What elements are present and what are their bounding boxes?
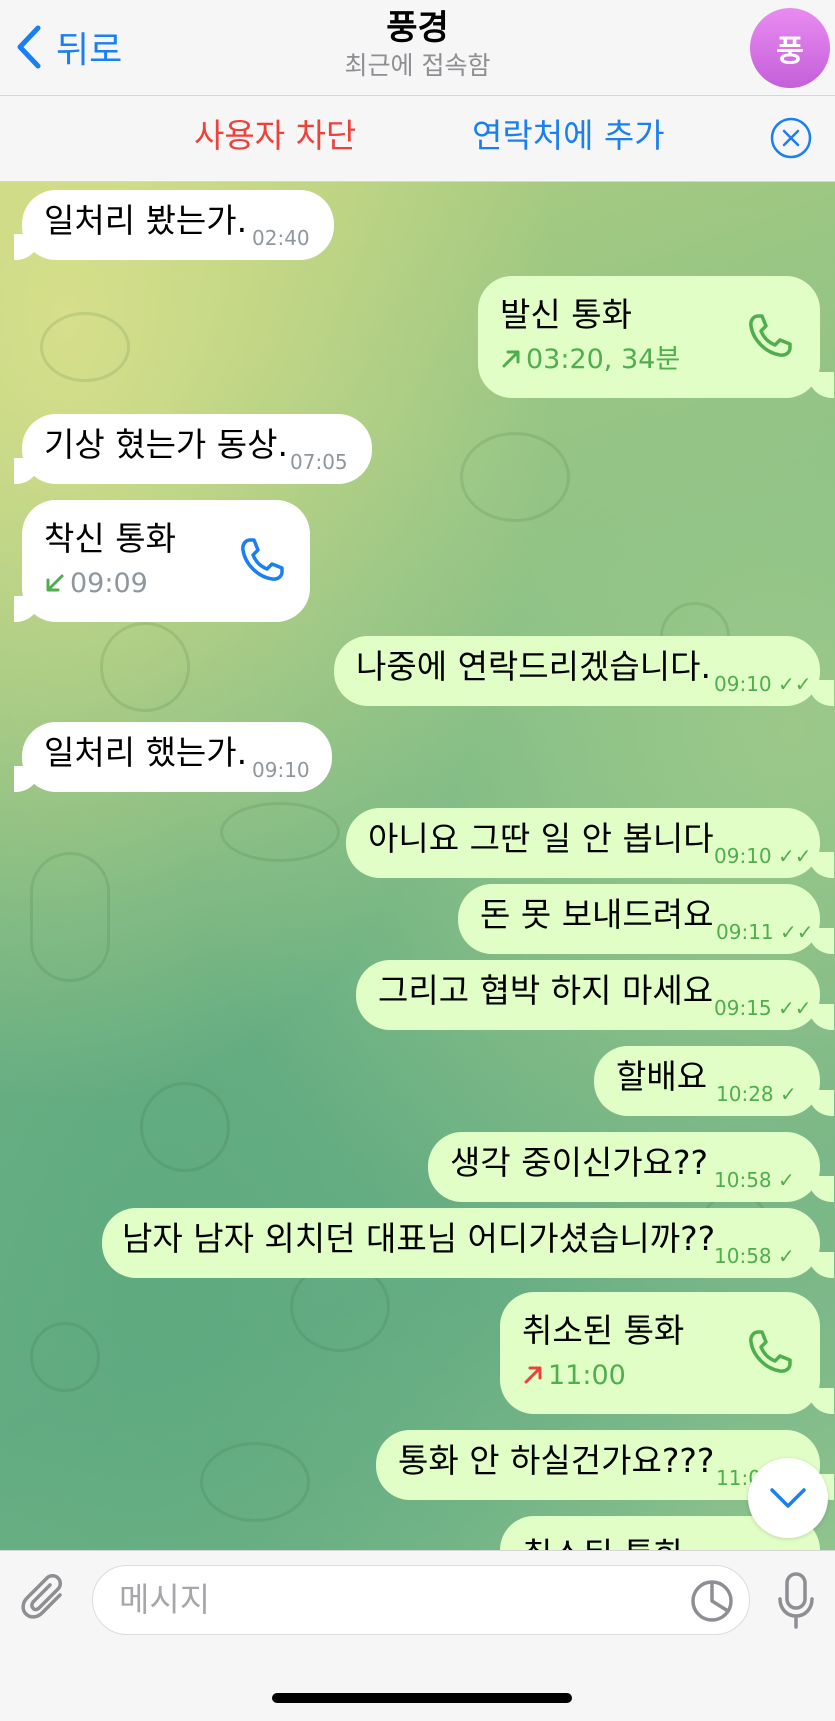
- wallpaper-doodle: [460, 432, 570, 522]
- call-arrow-incoming-icon: [46, 574, 64, 592]
- message-text: 생각 중이신가요??: [450, 1143, 709, 1182]
- message-time: 10:58 ✓: [714, 1244, 795, 1268]
- call-title: 취소된 통화: [522, 1534, 684, 1550]
- paperclip-icon[interactable]: [20, 1573, 72, 1629]
- sticker-icon[interactable]: [690, 1579, 734, 1623]
- call-arrow-outgoing-icon: [502, 350, 520, 368]
- wallpaper-doodle: [30, 852, 110, 982]
- message-input[interactable]: 메시지: [92, 1565, 750, 1635]
- message-time: 09:10 ✓✓: [714, 672, 812, 696]
- message-input-bar: 메시지: [0, 1550, 835, 1721]
- message-bubble-outgoing[interactable]: 그리고 협박 하지 마세요 09:15 ✓✓: [356, 960, 834, 1030]
- message-bubble-incoming[interactable]: 일처리 했는가. 09:10: [14, 722, 332, 792]
- block-user-button[interactable]: 사용자 차단: [194, 114, 356, 158]
- message-bubble-outgoing[interactable]: 할배요 10:28 ✓: [594, 1046, 834, 1116]
- message-time-text: 09:10: [714, 844, 772, 868]
- read-checkmarks-icon: ✓✓: [778, 844, 812, 868]
- wallpaper-doodle: [30, 1322, 100, 1392]
- message-time: 07:05: [290, 450, 348, 474]
- call-title: 발신 통화: [500, 295, 632, 334]
- call-detail: 11:00: [522, 1358, 626, 1394]
- call-detail: 09:09: [44, 566, 148, 602]
- message-bubble-outgoing[interactable]: 나중에 연락드리겠습니다. 09:10 ✓✓: [334, 636, 834, 706]
- wallpaper-doodle: [200, 1442, 310, 1522]
- message-time-text: 10:58: [714, 1168, 772, 1192]
- scroll-to-bottom-button[interactable]: [748, 1458, 828, 1538]
- call-detail-text: 11:00: [548, 1360, 626, 1391]
- call-bubble-outgoing[interactable]: 발신 통화 03:20, 34분: [478, 276, 834, 398]
- microphone-icon[interactable]: [776, 1571, 816, 1631]
- message-time: 10:28 ✓: [716, 1082, 797, 1106]
- wallpaper-doodle: [100, 622, 190, 712]
- chat-title-area[interactable]: 풍경 최근에 접속함: [0, 6, 835, 82]
- read-checkmarks-icon: ✓✓: [778, 672, 812, 696]
- message-text: 남자 남자 외치던 대표님 어디가셨습니까??: [122, 1219, 716, 1258]
- message-time: 09:10: [252, 758, 310, 782]
- phone-icon[interactable]: [236, 534, 288, 586]
- message-text: 기상 혔는가 동상.: [44, 425, 288, 464]
- call-bubble-incoming[interactable]: 착신 통화 09:09: [14, 500, 310, 622]
- message-text: 일처리 했는가.: [44, 733, 248, 772]
- close-icon[interactable]: [770, 117, 812, 159]
- message-time: 09:11 ✓✓: [716, 920, 814, 944]
- message-bubble-incoming[interactable]: 일처리 봤는가. 02:40: [14, 190, 334, 260]
- wallpaper-doodle: [140, 1082, 230, 1172]
- message-time-text: 10:28: [716, 1082, 774, 1106]
- contact-action-bar: 사용자 차단 연락처에 추가: [0, 96, 835, 182]
- message-time: 10:58 ✓: [714, 1168, 795, 1192]
- phone-icon[interactable]: [744, 310, 796, 362]
- message-time-text: 09:15: [714, 996, 772, 1020]
- message-bubble-incoming[interactable]: 기상 혔는가 동상. 07:05: [14, 414, 372, 484]
- message-time: 09:15 ✓✓: [714, 996, 812, 1020]
- message-text: 나중에 연락드리겠습니다.: [356, 647, 711, 686]
- call-title: 착신 통화: [44, 519, 176, 558]
- chat-title: 풍경: [386, 8, 449, 48]
- wallpaper-doodle: [40, 312, 130, 382]
- phone-icon[interactable]: [744, 1326, 796, 1378]
- wallpaper-doodle: [220, 802, 340, 862]
- sent-checkmark-icon: ✓: [778, 1168, 795, 1192]
- message-text: 돈 못 보내드려요: [480, 895, 714, 934]
- message-time-text: 10:58: [714, 1244, 772, 1268]
- message-text: 할배요: [616, 1057, 708, 1096]
- call-detail-text: 03:20, 34분: [526, 344, 681, 375]
- last-seen-status: 최근에 접속함: [344, 51, 491, 80]
- read-checkmarks-icon: ✓✓: [780, 920, 814, 944]
- message-bubble-outgoing[interactable]: 남자 남자 외치던 대표님 어디가셨습니까?? 10:58 ✓: [102, 1208, 834, 1278]
- add-contact-button[interactable]: 연락처에 추가: [472, 114, 665, 158]
- message-text: 그리고 협박 하지 마세요: [378, 971, 714, 1010]
- message-text: 일처리 봤는가.: [44, 201, 248, 240]
- sent-checkmark-icon: ✓: [778, 1244, 795, 1268]
- call-detail: 03:20, 34분: [500, 342, 680, 378]
- message-bubble-outgoing[interactable]: 돈 못 보내드려요 09:11 ✓✓: [458, 884, 834, 954]
- message-time: 02:40: [252, 226, 310, 250]
- message-time-text: 09:11: [716, 920, 774, 944]
- sent-checkmark-icon: ✓: [780, 1082, 797, 1106]
- message-text: 아니요 그딴 일 안 봅니다: [368, 819, 714, 858]
- message-text: 통화 안 하실건가요???: [398, 1441, 715, 1480]
- avatar[interactable]: 풍: [750, 8, 830, 88]
- message-list[interactable]: 일처리 봤는가. 02:40 발신 통화 03:20, 34분 기상 혔는가 동…: [0, 182, 835, 1550]
- message-bubble-outgoing[interactable]: 생각 중이신가요?? 10:58 ✓: [428, 1132, 834, 1202]
- message-time-text: 09:10: [714, 672, 772, 696]
- home-indicator: [272, 1693, 572, 1703]
- read-checkmarks-icon: ✓✓: [778, 996, 812, 1020]
- call-bubble-cancelled[interactable]: 취소된 통화 11:00: [500, 1292, 834, 1414]
- call-title: 취소된 통화: [522, 1311, 685, 1350]
- call-detail-text: 09:09: [70, 568, 148, 599]
- chat-header: 뒤로 풍경 최근에 접속함 풍: [0, 0, 835, 96]
- chevron-down-icon: [770, 1488, 806, 1508]
- message-bubble-outgoing[interactable]: 아니요 그딴 일 안 봅니다 09:10 ✓✓: [346, 808, 834, 878]
- message-time: 09:10 ✓✓: [714, 844, 812, 868]
- call-arrow-cancelled-icon: [524, 1366, 542, 1384]
